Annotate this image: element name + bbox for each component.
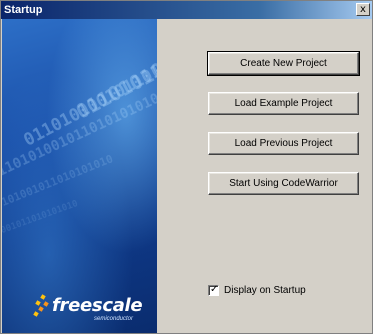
brand-subtitle: semiconductor [94, 316, 134, 322]
startup-dialog: Startup x 0110101001011010101010 0110101… [0, 0, 373, 334]
window-title: Startup [4, 4, 43, 16]
start-using-codewarrior-button[interactable]: Start Using CodeWarrior [208, 172, 359, 195]
brand-name: freescale [52, 295, 143, 316]
create-new-project-button[interactable]: Create New Project [207, 51, 360, 76]
load-example-project-button[interactable]: Load Example Project [208, 92, 359, 115]
actions-panel: Create New Project Load Example Project … [157, 19, 372, 333]
freescale-logo: freescale semiconductor [32, 294, 152, 323]
checkmark-icon: ✓ [210, 283, 219, 295]
display-on-startup-checkbox[interactable]: ✓ [208, 283, 219, 296]
close-button[interactable]: x [356, 3, 370, 16]
display-on-startup-option[interactable]: ✓ Display on Startup [208, 283, 306, 297]
close-icon: x [360, 4, 366, 15]
display-on-startup-label: Display on Startup [224, 284, 306, 296]
brand-banner: 0110101001011010101010 01101010010110101… [2, 19, 157, 333]
title-bar: Startup x [1, 1, 372, 19]
starburst-icon [33, 294, 49, 317]
binary-digits-decoration: 0110101001011010101010 01101010010110101… [2, 19, 157, 250]
load-previous-project-button[interactable]: Load Previous Project [208, 132, 359, 155]
